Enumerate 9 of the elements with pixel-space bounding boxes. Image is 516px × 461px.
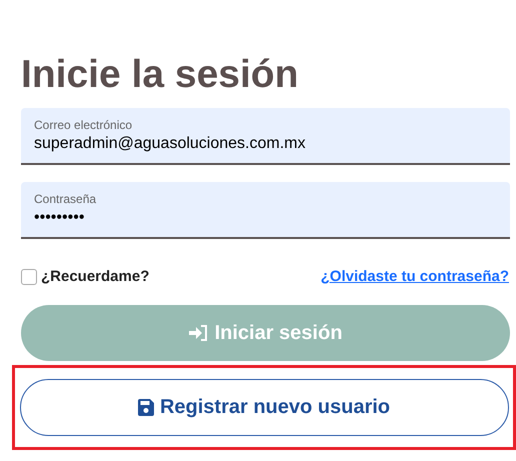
input-field[interactable]: Contraseña ••••••••• [21, 182, 510, 239]
forgot-password-link[interactable]: ¿Olvidaste tu contraseña? [320, 266, 509, 288]
sign-in-icon [188, 324, 209, 342]
remember-label: ¿Recuerdame? [41, 267, 150, 287]
remember-checkbox[interactable] [21, 269, 37, 286]
page-title: Inicie la sesión [21, 52, 300, 98]
input-field[interactable]: Correo electrónico superadmin@aguasoluciones.com.mx [21, 108, 510, 165]
register-button[interactable]: Registrar nuevo usuario [20, 378, 508, 436]
save-icon [138, 398, 154, 416]
